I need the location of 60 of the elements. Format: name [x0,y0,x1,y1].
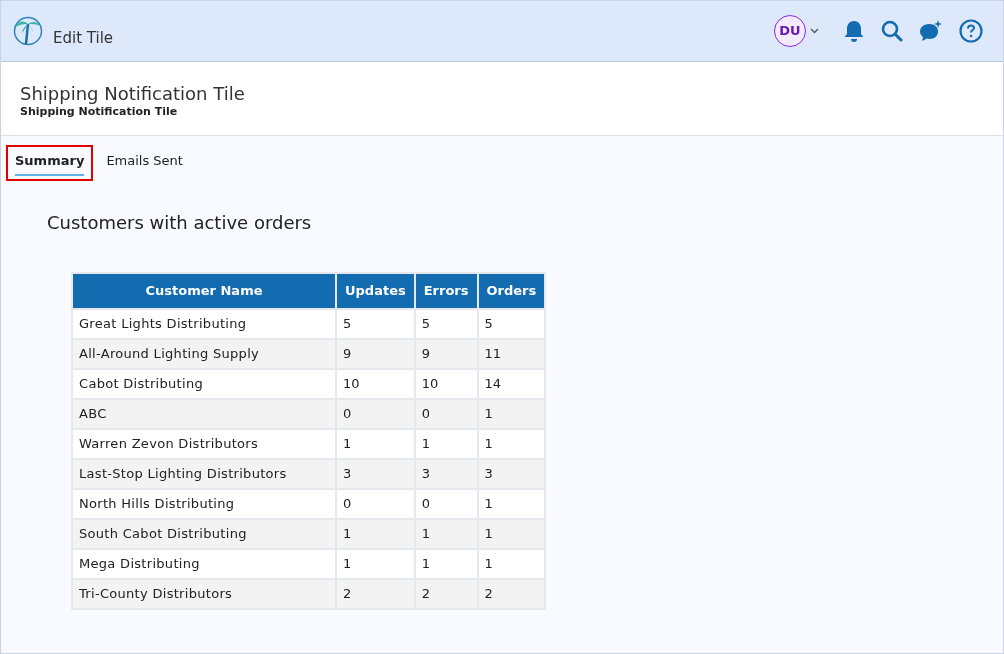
table-cell: 10 [337,369,414,398]
table-cell: 0 [337,489,414,518]
table-cell: 14 [478,369,545,398]
table-cell: 9 [337,339,414,368]
table-cell: Warren Zevon Distributors [73,429,335,458]
table-cell: 5 [337,309,414,338]
table-cell: 10 [415,369,477,398]
table-cell: 1 [337,429,414,458]
chevron-down-icon [810,28,819,34]
column-header: Customer Name [73,273,335,308]
table-cell: 3 [415,459,477,488]
page-title: Shipping Notification Tile [20,84,246,104]
table-cell: 1 [415,429,477,458]
table-cell: North Hills Distributing [73,489,335,518]
table-cell: 9 [415,339,477,368]
table-cell: 0 [415,489,477,518]
table-cell: 5 [478,309,545,338]
page-subtitle: Shipping Notification Tile [20,104,179,120]
column-header: Updates [337,273,414,308]
table-cell: 1 [478,399,545,428]
table-cell: 1 [478,429,545,458]
column-header: Errors [415,273,477,308]
table-cell: 3 [478,459,545,488]
table-cell: Cabot Distributing [73,369,335,398]
table-cell: 5 [415,309,477,338]
header-title: Edit Tile [53,27,114,49]
table-cell: Last-Stop Lighting Distributors [73,459,335,488]
palm-tree-logo [13,15,43,47]
table-cell: 1 [337,519,414,548]
column-header: Orders [478,273,545,308]
table-cell: 1 [478,549,545,578]
help-icon [959,19,983,43]
table-cell: Great Lights Distributing [73,309,335,338]
help-button[interactable] [959,19,983,43]
bell-icon [843,19,865,43]
table-cell: 1 [478,489,545,518]
table-cell: Mega Distributing [73,549,335,578]
table-cell: Tri-County Distributors [73,579,335,608]
section-title: Customers with active orders [47,210,313,235]
table-cell: 3 [337,459,414,488]
tab[interactable]: Emails Sent [97,145,192,181]
table-cell: 2 [415,579,477,608]
search-icon [881,20,903,42]
table-cell: 2 [478,579,545,608]
table-cell: 0 [337,399,414,428]
table-cell: 1 [478,519,545,548]
notifications-button[interactable] [843,19,865,43]
table-cell: South Cabot Distributing [73,519,335,548]
chat-button[interactable] [919,20,943,42]
table-cell: 1 [415,549,477,578]
table-cell: ABC [73,399,335,428]
table-cell: 1 [415,519,477,548]
table-cell: All-Around Lighting Supply [73,339,335,368]
table-cell: 0 [415,399,477,428]
table-cell: 2 [337,579,414,608]
table-cell: 11 [478,339,545,368]
table-cell: 1 [337,549,414,578]
chat-sparkle-icon [919,20,943,42]
search-button[interactable] [881,20,903,42]
tab[interactable]: Summary [6,145,94,181]
